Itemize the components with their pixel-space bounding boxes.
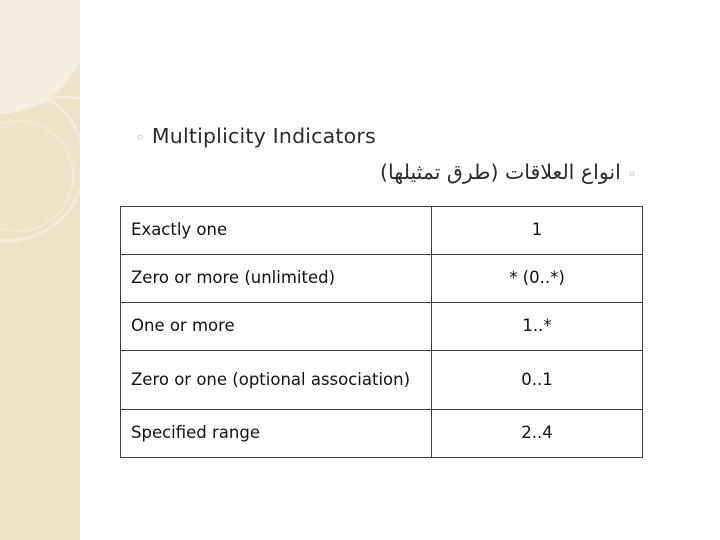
table-row: Zero or more (unlimited) * (0..*) <box>120 254 643 303</box>
multiplicity-table: Exactly one 1 Zero or more (unlimited) *… <box>120 206 643 458</box>
table-cell-label: One or more <box>120 302 432 351</box>
table-cell-value: 1..* <box>431 302 643 351</box>
table-row: One or more 1..* <box>120 302 643 351</box>
table-cell-value: 1 <box>431 206 643 255</box>
table-cell-value: 2..4 <box>431 409 643 458</box>
table-cell-label: Exactly one <box>120 206 432 255</box>
bullet-marker-icon: ◦ <box>627 167 637 183</box>
bullet-marker-icon: ◦ <box>136 129 145 147</box>
table-cell-label: Zero or more (unlimited) <box>120 254 432 303</box>
slide-canvas: ◦ Multiplicity Indicators ◦ انواع العلاق… <box>0 0 720 540</box>
table-cell-label: Zero or one (optional association) <box>120 350 432 410</box>
bullet-text-multiplicity: Multiplicity Indicators <box>151 124 376 148</box>
decorative-sidebar <box>0 0 80 540</box>
table-cell-value: * (0..*) <box>431 254 643 303</box>
bullet-line-arabic: ◦ انواع العلاقات (طرق تمثيلها) <box>380 160 636 186</box>
table-row: Zero or one (optional association) 0..1 <box>120 350 643 410</box>
bullet-text-arabic: انواع العلاقات (طرق تمثيلها) <box>380 160 621 184</box>
bullet-line-multiplicity: ◦ Multiplicity Indicators <box>136 124 376 149</box>
table-row: Exactly one 1 <box>120 206 643 255</box>
table-row: Specified range 2..4 <box>120 409 643 458</box>
table-cell-value: 0..1 <box>431 350 643 410</box>
table-cell-label: Specified range <box>120 409 432 458</box>
